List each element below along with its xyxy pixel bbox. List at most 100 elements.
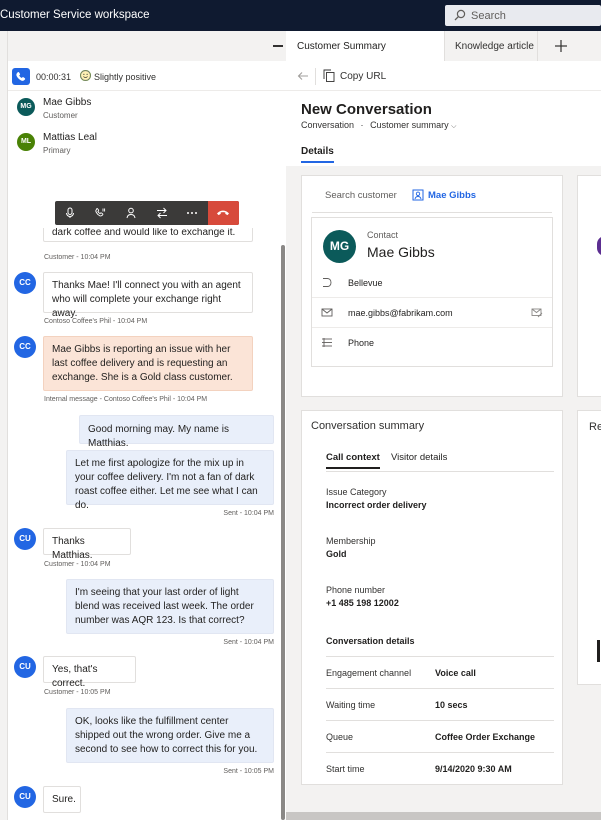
contact-card-icon	[412, 189, 424, 201]
search-customer-label[interactable]: Search customer	[325, 190, 397, 201]
mic-icon	[66, 207, 74, 218]
app-title: Customer Service workspace	[0, 9, 150, 21]
smile-icon	[80, 70, 91, 81]
search-input[interactable]	[471, 7, 596, 24]
transfer-button[interactable]	[147, 201, 177, 225]
back-arrow-icon[interactable]	[297, 70, 309, 82]
command-divider	[315, 68, 316, 85]
customer-link[interactable]: Mae Gibbs	[428, 190, 476, 201]
avatar: CU	[14, 656, 36, 678]
tab-customer-summary[interactable]: Customer Summary	[286, 31, 444, 61]
tab-details[interactable]: Details	[301, 146, 334, 163]
participant-name: Mattias Leal	[43, 132, 97, 143]
contact-type-label: Contact	[367, 230, 399, 240]
form-subtitle: Conversation · Customer summary ⌵	[301, 120, 456, 131]
field-label: Issue Category	[326, 487, 387, 497]
participant-role: Customer	[43, 111, 78, 120]
mail-icon	[321, 308, 333, 317]
hold-button[interactable]	[85, 201, 115, 225]
send-email-icon[interactable]	[531, 307, 543, 318]
avatar: CC	[14, 336, 36, 358]
avatar: CU	[14, 528, 36, 550]
participant-agent[interactable]: ML Mattias Leal Primary	[8, 127, 286, 161]
detail-value: Coffee Order Exchange	[435, 732, 536, 742]
call-timer: 00:00:31	[36, 72, 72, 82]
message-meta: Sent - 10:05 PM	[223, 768, 274, 775]
panel-header	[8, 31, 286, 61]
phone-icon[interactable]	[12, 68, 30, 85]
contact-details-card: MG Contact Mae Gibbs Bellevue mae.gibbs@…	[311, 217, 553, 367]
global-search[interactable]	[445, 5, 601, 26]
minimize-icon[interactable]	[273, 45, 283, 47]
end-call-icon	[217, 210, 229, 216]
detail-label: Engagement channel	[326, 668, 412, 678]
conversation-details-heading: Conversation details	[326, 636, 415, 646]
search-underline	[312, 212, 552, 213]
chat-message: OK, looks like the fulfillment center sh…	[66, 708, 274, 763]
location-icon	[323, 278, 332, 287]
participant-customer[interactable]: MG Mae Gibbs Customer	[8, 92, 286, 126]
field-label: Phone number	[326, 585, 386, 595]
search-icon	[454, 9, 466, 21]
chevron-down-icon[interactable]: ⌵	[451, 123, 456, 130]
tab-divider	[326, 471, 554, 472]
consult-icon	[126, 207, 136, 219]
field-value: Incorrect order delivery	[326, 500, 427, 510]
message-meta: Customer - 10:04 PM	[44, 561, 111, 568]
top-bar: Customer Service workspace	[0, 0, 601, 31]
contact-row-city: Bellevue	[312, 268, 552, 298]
contact-city: Bellevue	[348, 278, 383, 288]
transfer-icon	[157, 207, 167, 219]
session-tab-bar: Customer Summary Knowledge article ...	[286, 31, 601, 61]
detail-row: Start time 9/14/2020 9:30 AM	[326, 752, 554, 784]
end-call-button[interactable]	[208, 201, 239, 225]
message-meta: Customer - 10:04 PM	[44, 254, 111, 261]
contact-phone: Phone	[348, 338, 375, 348]
form-selector[interactable]: Customer summary	[370, 120, 449, 130]
tab-knowledge-article[interactable]: Knowledge article ...	[444, 31, 538, 61]
copy-url-button[interactable]: Copy URL	[340, 71, 386, 82]
message-meta: Sent - 10:04 PM	[223, 510, 274, 517]
contact-email[interactable]: mae.gibbs@fabrikam.com	[348, 308, 453, 318]
participant-name: Mae Gibbs	[43, 97, 92, 108]
tab-call-context[interactable]: Call context	[326, 452, 380, 469]
avatar: ML	[17, 133, 35, 151]
add-tab-icon[interactable]	[554, 39, 568, 53]
internal-note-message: Mae Gibbs is reporting an issue with her…	[43, 336, 253, 391]
message-meta: Contoso Coffee's Phil - 10:04 PM	[44, 318, 148, 325]
detail-row: Queue Coffee Order Exchange	[326, 720, 554, 752]
conversation-summary-title: Conversation summary	[311, 420, 425, 432]
peek-card-top	[577, 175, 601, 397]
field-label: Membership	[326, 536, 376, 546]
contact-row-email: mae.gibbs@fabrikam.com	[312, 297, 552, 327]
detail-label: Start time	[326, 764, 365, 774]
chat-scrollbar[interactable]	[281, 245, 285, 820]
chat-message: Let me first apologize for the mix up in…	[66, 450, 274, 511]
detail-value: 9/14/2020 9:30 AM	[435, 764, 512, 774]
chat-message: Thanks Mae! I'll connect you with an age…	[43, 272, 253, 319]
field-value: +1 485 198 12002	[326, 598, 399, 608]
horizontal-scrollbar[interactable]	[286, 812, 601, 820]
peek-indicator	[597, 640, 600, 662]
detail-value: 10 secs	[435, 700, 468, 710]
field-value: Gold	[326, 549, 347, 559]
hold-icon	[95, 208, 106, 217]
avatar: CC	[14, 272, 36, 294]
avatar: CU	[14, 786, 36, 808]
chat-transcript[interactable]: dark coffee and would like to exchange i…	[8, 228, 284, 820]
detail-label: Queue	[326, 732, 354, 742]
phone-line-icon	[322, 338, 332, 347]
mute-button[interactable]	[55, 201, 85, 225]
more-icon	[187, 212, 197, 214]
contact-name[interactable]: Mae Gibbs	[367, 244, 435, 260]
message-meta: Customer - 10:05 PM	[44, 689, 111, 696]
form-title: New Conversation	[301, 101, 432, 118]
sentiment-label: Slightly positive	[94, 72, 157, 82]
contact-row-phone: Phone	[312, 327, 552, 357]
tab-visitor-details[interactable]: Visitor details	[391, 452, 447, 463]
detail-row: Engagement channel Voice call	[326, 656, 554, 688]
detail-row: Waiting time 10 secs	[326, 688, 554, 720]
consult-button[interactable]	[116, 201, 146, 225]
more-options-button[interactable]	[177, 201, 207, 225]
copy-icon[interactable]	[323, 69, 335, 82]
